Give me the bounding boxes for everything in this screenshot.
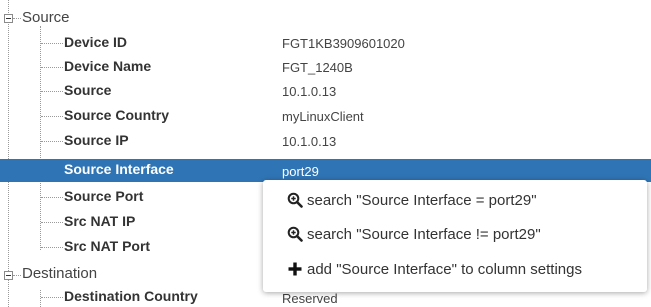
menu-item-search-not-equals[interactable]: search "Source Interface != port29"	[287, 222, 541, 246]
row-key: Source Country	[64, 107, 170, 123]
menu-item-add-column[interactable]: add "Source Interface" to column setting…	[287, 257, 582, 281]
tree-connector	[13, 18, 21, 19]
row-value: Reserved	[282, 291, 338, 306]
menu-item-label: search "Source Interface != port29"	[307, 225, 541, 243]
row-key: Device ID	[64, 34, 128, 50]
row-value: 10.1.0.13	[282, 134, 337, 149]
tree-connector	[13, 275, 21, 276]
tree-connector	[41, 197, 63, 198]
tree-connector	[41, 43, 63, 44]
tree-connector	[41, 247, 63, 248]
tree-connector	[41, 141, 63, 142]
row-value: myLinuxClient	[282, 109, 364, 124]
tree-connector	[41, 116, 63, 117]
row-value: FGT1KB3909601020	[282, 36, 405, 51]
row-key: Source Port	[64, 188, 144, 204]
row-key: Src NAT Port	[64, 238, 151, 254]
zoom-in-icon	[287, 226, 303, 242]
row-value: port29	[282, 164, 319, 179]
row-key: Src NAT IP	[64, 213, 136, 229]
row-key: Source	[64, 82, 112, 98]
tree-row-device-name[interactable]: Device Name FGT_1240B	[0, 55, 651, 79]
plus-icon	[287, 261, 303, 277]
tree-connector	[41, 222, 63, 223]
tree-connector	[41, 67, 63, 68]
row-key: Destination Country	[64, 288, 198, 304]
zoom-in-icon	[287, 192, 303, 208]
tree-row-source-country[interactable]: Source Country myLinuxClient	[0, 104, 651, 128]
tree-connector	[41, 297, 63, 298]
menu-item-label: search "Source Interface = port29"	[307, 191, 537, 209]
menu-item-search-equals[interactable]: search "Source Interface = port29"	[287, 188, 537, 212]
tree-row-source-interface[interactable]: Source Interface port29	[0, 159, 651, 182]
collapse-source-toggle-icon[interactable]	[4, 14, 13, 23]
tree-connector	[41, 91, 63, 92]
row-key: Device Name	[64, 58, 152, 74]
row-key: Source Interface	[64, 161, 174, 177]
menu-item-label: add "Source Interface" to column setting…	[307, 260, 582, 278]
context-menu: search "Source Interface = port29" searc…	[263, 180, 647, 292]
tree-row-source-ip[interactable]: Source IP 10.1.0.13	[0, 129, 651, 153]
row-key: Source IP	[64, 132, 129, 148]
row-value: FGT_1240B	[282, 60, 353, 75]
group-label-destination: Destination	[22, 265, 98, 282]
group-label-source: Source	[22, 9, 70, 26]
tree-row-device-id[interactable]: Device ID FGT1KB3909601020	[0, 31, 651, 55]
row-value: 10.1.0.13	[282, 84, 337, 99]
collapse-destination-toggle-icon[interactable]	[4, 271, 13, 280]
tree-row-source[interactable]: Source 10.1.0.13	[0, 79, 651, 103]
